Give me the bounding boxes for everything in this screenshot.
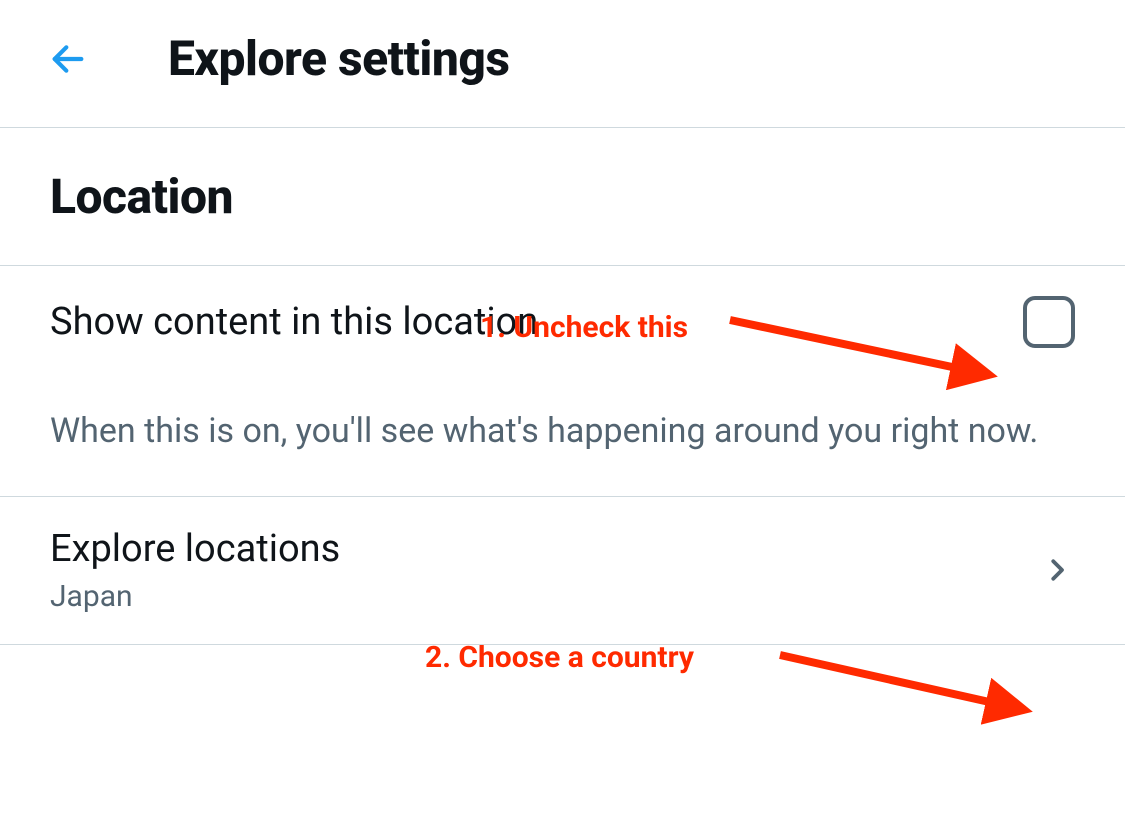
annotation-arrow-2-icon: [770, 635, 1060, 725]
back-button[interactable]: [40, 31, 96, 87]
chevron-right-icon: [1039, 552, 1075, 588]
explore-locations-row: Explore locations Japan: [50, 527, 1075, 614]
location-heading: Location: [0, 128, 1125, 265]
divider: [0, 644, 1125, 645]
explore-locations-text: Explore locations Japan: [50, 527, 340, 614]
show-content-description: When this is on, you'll see what's happe…: [0, 378, 1125, 496]
annotation-step-2: 2. Choose a country: [425, 640, 694, 675]
explore-locations-setting[interactable]: Explore locations Japan: [0, 497, 1125, 644]
show-content-checkbox[interactable]: [1023, 296, 1075, 348]
show-content-setting: Show content in this location: [0, 266, 1125, 378]
explore-locations-label: Explore locations: [50, 527, 340, 571]
show-content-row: Show content in this location: [50, 296, 1075, 348]
page-title: Explore settings: [168, 30, 510, 87]
explore-locations-value: Japan: [50, 579, 340, 614]
show-content-label: Show content in this location: [50, 300, 538, 344]
header: Explore settings: [0, 0, 1125, 127]
back-arrow-icon: [48, 39, 88, 79]
